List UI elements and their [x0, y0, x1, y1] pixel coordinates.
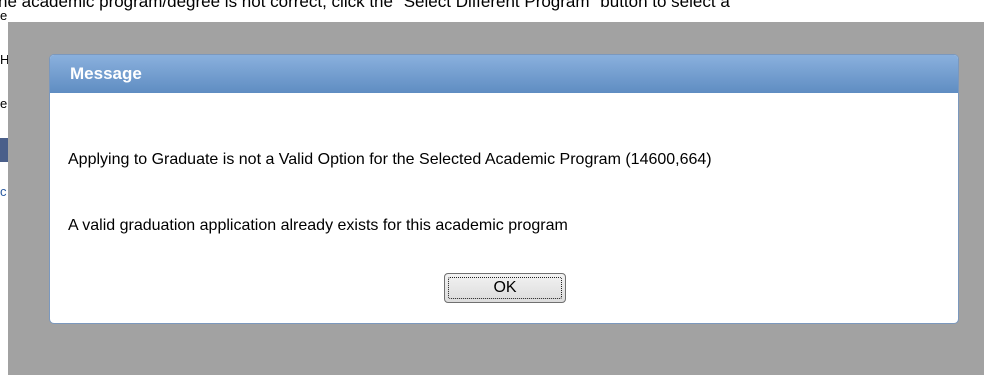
dialog-title: Message [50, 55, 958, 93]
page: he academic program/degree is not correc… [0, 0, 984, 375]
ok-button-label: OK [493, 279, 517, 296]
ok-button[interactable]: OK [444, 273, 566, 303]
background-fragment: e [0, 8, 8, 23]
background-link-fragment: c [0, 184, 7, 199]
message-text-primary: Applying to Graduate is not a Valid Opti… [68, 151, 712, 168]
message-text-secondary: A valid graduation application already e… [68, 217, 568, 234]
message-dialog: Message Applying to Graduate is not a Va… [49, 54, 959, 324]
background-instruction-text: he academic program/degree is not correc… [0, 0, 730, 11]
background-button-edge [0, 138, 8, 162]
background-fragment: e [0, 96, 8, 111]
